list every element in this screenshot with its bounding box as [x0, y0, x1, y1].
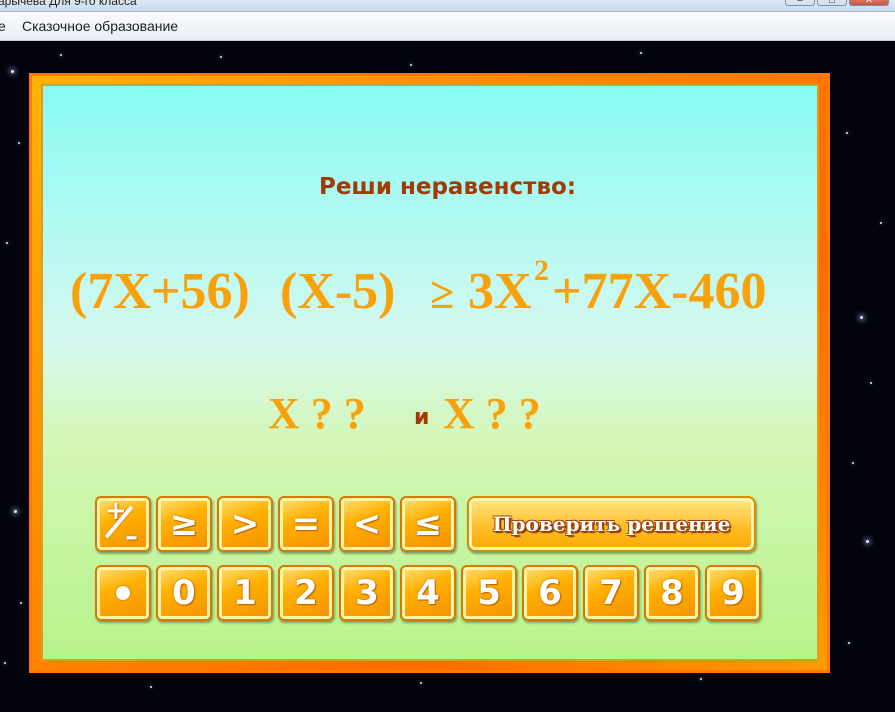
star-decoration — [4, 662, 6, 664]
digit-key-8[interactable]: 8 — [644, 565, 700, 621]
equal-key[interactable]: = — [278, 496, 334, 552]
inequality-expression: (7X+56) (X-5) ≥ 3X 2 +77X-460 — [70, 254, 790, 334]
star-decoration — [848, 642, 850, 644]
digit-key-9[interactable]: 9 — [705, 565, 761, 621]
star-decoration — [220, 56, 222, 58]
plus-minus-icon: + – — [103, 496, 143, 552]
answer-slot-2[interactable]: X ? ? — [443, 388, 541, 438]
decimal-point-key[interactable] — [95, 565, 151, 621]
star-decoration — [852, 462, 854, 464]
digit-key-2[interactable]: 2 — [278, 565, 334, 621]
check-solution-button[interactable]: Проверить решение — [467, 496, 756, 552]
digit-key-5[interactable]: 5 — [461, 565, 517, 621]
window-controls: – □ ✕ — [785, 0, 889, 6]
star-decoration — [866, 540, 869, 543]
star-decoration — [870, 382, 872, 384]
menu-item-partial[interactable]: е — [0, 18, 6, 34]
equation-exponent: 2 — [534, 254, 549, 287]
star-decoration — [18, 142, 20, 144]
minus-glyph: – — [125, 522, 138, 552]
equation-factor-2: (X-5) — [280, 263, 396, 320]
star-decoration — [150, 686, 152, 688]
greater-equal-key[interactable]: ≥ — [156, 496, 212, 552]
task-heading: Реши неравенство: — [318, 174, 577, 200]
digit-key-1[interactable]: 1 — [217, 565, 273, 621]
digit-key-4[interactable]: 4 — [400, 565, 456, 621]
menu-bar: е Сказочное образование — [0, 12, 895, 41]
star-decoration — [846, 132, 848, 134]
greater-key[interactable]: > — [217, 496, 273, 552]
star-decoration — [880, 222, 882, 224]
answer-slot-1[interactable]: X ? ? — [268, 388, 366, 438]
star-decoration — [6, 242, 8, 244]
star-decoration — [20, 602, 22, 604]
star-decoration — [860, 316, 863, 319]
window-title: арычева Для 9-го класса — [0, 0, 137, 8]
less-equal-key[interactable]: ≤ — [400, 496, 456, 552]
star-decoration — [640, 52, 642, 54]
digit-key-7[interactable]: 7 — [583, 565, 639, 621]
digit-key-6[interactable]: 6 — [522, 565, 578, 621]
star-decoration — [60, 54, 62, 56]
equation-factor-1: (7X+56) — [70, 263, 250, 320]
minimize-button[interactable]: – — [785, 0, 815, 6]
equation-rhs-term: 3X — [468, 263, 532, 320]
digit-key-0[interactable]: 0 — [156, 565, 212, 621]
digit-key-3[interactable]: 3 — [339, 565, 395, 621]
answer-conjunction: и — [414, 405, 430, 430]
window-titlebar: арычева Для 9-го класса – □ ✕ — [0, 0, 895, 12]
star-decoration — [11, 70, 14, 73]
dot-icon — [116, 585, 130, 600]
star-decoration — [410, 64, 412, 66]
menu-item-fairy-education[interactable]: Сказочное образование — [22, 18, 178, 34]
maximize-button[interactable]: □ — [817, 0, 847, 6]
close-button[interactable]: ✕ — [849, 0, 889, 6]
star-decoration — [14, 510, 17, 513]
less-key[interactable]: < — [339, 496, 395, 552]
equation-rhs-rest: +77X-460 — [552, 263, 767, 320]
star-decoration — [700, 678, 702, 680]
plus-minus-key[interactable]: + – — [95, 496, 151, 552]
star-decoration — [420, 682, 422, 684]
equation-relation: ≥ — [430, 269, 455, 318]
